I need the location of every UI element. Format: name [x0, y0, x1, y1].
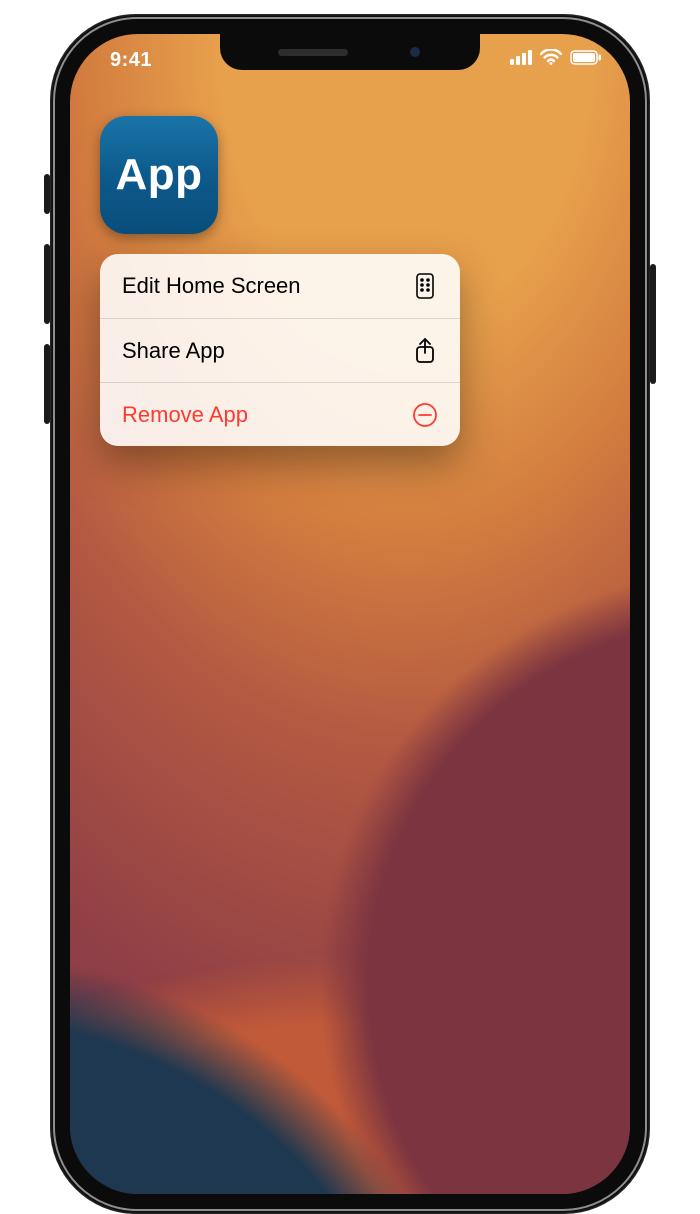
context-menu: Edit Home Screen Share App [100, 254, 460, 446]
share-icon [412, 338, 438, 364]
volume-down-button [44, 344, 50, 424]
menu-item-label: Remove App [122, 402, 248, 428]
menu-item-share-app[interactable]: Share App [100, 318, 460, 382]
volume-up-button [44, 244, 50, 324]
iphone-frame: 9:41 [50, 14, 650, 1214]
status-time: 9:41 [110, 49, 152, 72]
battery-icon [570, 50, 602, 65]
menu-item-label: Edit Home Screen [122, 273, 301, 299]
menu-item-remove-app[interactable]: Remove App [100, 382, 460, 446]
status-indicators [510, 49, 602, 65]
home-grid-icon [412, 273, 438, 299]
app-icon-label: App [115, 150, 202, 200]
remove-icon [412, 402, 438, 428]
silence-switch [44, 174, 50, 214]
wifi-icon [540, 49, 562, 65]
power-button [650, 264, 656, 384]
app-icon[interactable]: App [100, 116, 218, 234]
status-bar: 9:41 [70, 47, 630, 77]
menu-item-edit-home-screen[interactable]: Edit Home Screen [100, 254, 460, 318]
cellular-icon [510, 50, 532, 65]
screen: 9:41 [70, 34, 630, 1194]
menu-item-label: Share App [122, 338, 225, 364]
